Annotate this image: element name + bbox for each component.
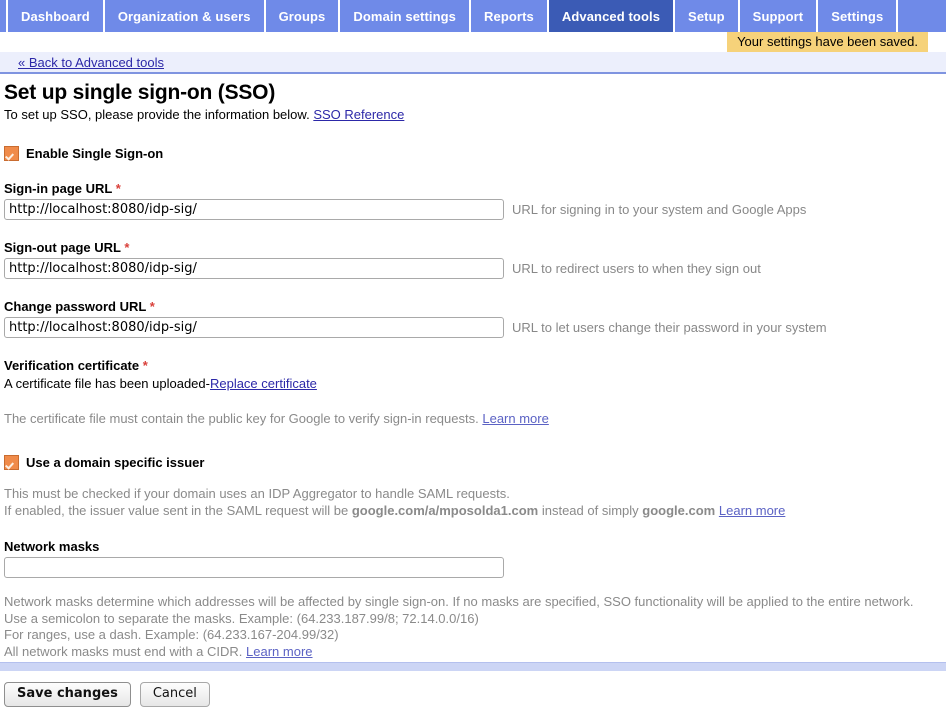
tabbar-filler: [896, 0, 946, 32]
sso-reference-link[interactable]: SSO Reference: [313, 107, 404, 122]
tab-label: Setup: [688, 8, 725, 24]
field-network-masks: Network masks: [4, 539, 946, 578]
network-masks-label: Network masks: [4, 539, 100, 554]
field-label: Sign-out page URL *: [4, 240, 946, 255]
network-masks-note-line-4: All network masks must end with a CIDR. …: [4, 644, 946, 661]
tab-reports[interactable]: Reports: [469, 0, 547, 32]
issuer-note-middle: instead of simply: [541, 502, 639, 518]
network-masks-learn-more-link[interactable]: Learn more: [246, 644, 312, 659]
certificate-learn-more-link[interactable]: Learn more: [482, 411, 548, 426]
enable-sso-row[interactable]: Enable Single Sign-on: [4, 146, 946, 161]
field-help-text: URL for signing in to your system and Go…: [512, 202, 807, 217]
back-link-bar: « Back to Advanced tools: [0, 52, 946, 74]
issuer-value-domain-specific: google.com/a/mposolda1.com: [351, 502, 539, 518]
tab-organization-users[interactable]: Organization & users: [102, 0, 264, 32]
sign-in-page-url-input[interactable]: [4, 199, 504, 220]
main-content: Set up single sign-on (SSO) To set up SS…: [0, 74, 946, 707]
certificate-note: The certificate file must contain the pu…: [4, 411, 946, 427]
field-sign-out-page-url: Sign-out page URL * URL to redirect user…: [4, 240, 946, 279]
checkbox-checked-icon[interactable]: [4, 146, 19, 161]
issuer-note-line-1: This must be checked if your domain uses…: [4, 486, 510, 501]
tab-label: Dashboard: [21, 8, 90, 24]
network-masks-input[interactable]: [4, 557, 504, 578]
tab-label: Groups: [278, 8, 326, 24]
field-label-text: Sign-in page URL: [4, 181, 113, 196]
required-marker: *: [115, 181, 121, 196]
issuer-value-simple: google.com: [642, 502, 716, 518]
required-marker: *: [124, 240, 130, 255]
cancel-button[interactable]: Cancel: [139, 682, 210, 707]
certificate-status-line: A certificate file has been uploaded-Rep…: [4, 376, 946, 391]
certificate-note-text: The certificate file must contain the pu…: [4, 411, 479, 426]
network-masks-note-line-1: Network masks determine which addresses …: [4, 594, 914, 609]
field-label-text: Change password URL: [4, 299, 147, 314]
domain-specific-issuer-note: This must be checked if your domain uses…: [4, 486, 946, 519]
tab-label: Organization & users: [117, 8, 251, 24]
required-marker: *: [149, 299, 155, 314]
form-actions: Save changes Cancel: [4, 682, 946, 707]
tab-settings[interactable]: Settings: [816, 0, 896, 32]
sign-out-page-url-input[interactable]: [4, 258, 504, 279]
tab-label: Support: [752, 8, 804, 24]
network-masks-note: Network masks determine which addresses …: [4, 594, 946, 660]
domain-specific-issuer-row[interactable]: Use a domain specific issuer: [4, 455, 946, 470]
network-masks-note-line-2: Use a semicolon to separate the masks. E…: [4, 610, 479, 626]
tab-label: Settings: [831, 8, 884, 24]
page-title: Set up single sign-on (SSO): [4, 81, 276, 104]
field-sign-in-page-url: Sign-in page URL * URL for signing in to…: [4, 181, 946, 220]
tab-label: Reports: [484, 8, 534, 24]
certificate-status-text: A certificate file has been uploaded-: [4, 376, 210, 391]
verification-certificate-section: Verification certificate * A certificate…: [4, 358, 946, 427]
main-navigation-tabs: Dashboard Organization & users Groups Do…: [0, 0, 946, 32]
tab-label: Advanced tools: [561, 8, 661, 24]
issuer-note-prefix: If enabled, the issuer value sent in the…: [4, 502, 349, 518]
tab-domain-settings[interactable]: Domain settings: [338, 0, 469, 32]
required-marker: *: [142, 358, 148, 373]
change-password-url-input[interactable]: [4, 317, 504, 338]
field-label: Sign-in page URL *: [4, 181, 946, 196]
status-banner-saved: Your settings have been saved.: [727, 32, 928, 52]
field-help-text: URL to redirect users to when they sign …: [512, 261, 761, 276]
tab-label: Domain settings: [353, 8, 457, 24]
network-masks-note-line-3: For ranges, use a dash. Example: (64.233…: [4, 627, 339, 642]
field-change-password-url: Change password URL * URL to let users c…: [4, 299, 946, 338]
tab-advanced-tools[interactable]: Advanced tools: [546, 0, 674, 32]
certificate-label: Verification certificate *: [4, 358, 946, 373]
page-subtitle: To set up SSO, please provide the inform…: [4, 107, 946, 122]
field-label: Change password URL *: [4, 299, 946, 314]
notification-row: Your settings have been saved.: [0, 32, 946, 52]
tab-setup[interactable]: Setup: [673, 0, 738, 32]
field-help-text: URL to let users change their password i…: [512, 320, 827, 335]
certificate-label-text: Verification certificate: [4, 358, 140, 373]
replace-certificate-link[interactable]: Replace certificate: [210, 376, 317, 391]
field-label-text: Sign-out page URL: [4, 240, 121, 255]
network-masks-note-line-4-text: All network masks must end with a CIDR.: [4, 643, 243, 659]
tab-dashboard[interactable]: Dashboard: [6, 0, 103, 32]
save-changes-button[interactable]: Save changes: [4, 682, 131, 707]
issuer-learn-more-link[interactable]: Learn more: [719, 503, 785, 518]
tab-groups[interactable]: Groups: [263, 0, 339, 32]
enable-sso-label: Enable Single Sign-on: [26, 146, 164, 161]
domain-specific-issuer-label: Use a domain specific issuer: [26, 455, 205, 470]
footer-bar: [0, 662, 946, 671]
page-subtitle-text: To set up SSO, please provide the inform…: [4, 107, 310, 122]
issuer-note-line-2: If enabled, the issuer value sent in the…: [4, 503, 946, 520]
tab-support[interactable]: Support: [737, 0, 817, 32]
checkbox-checked-icon[interactable]: [4, 455, 19, 470]
back-to-advanced-tools-link[interactable]: « Back to Advanced tools: [18, 55, 164, 70]
